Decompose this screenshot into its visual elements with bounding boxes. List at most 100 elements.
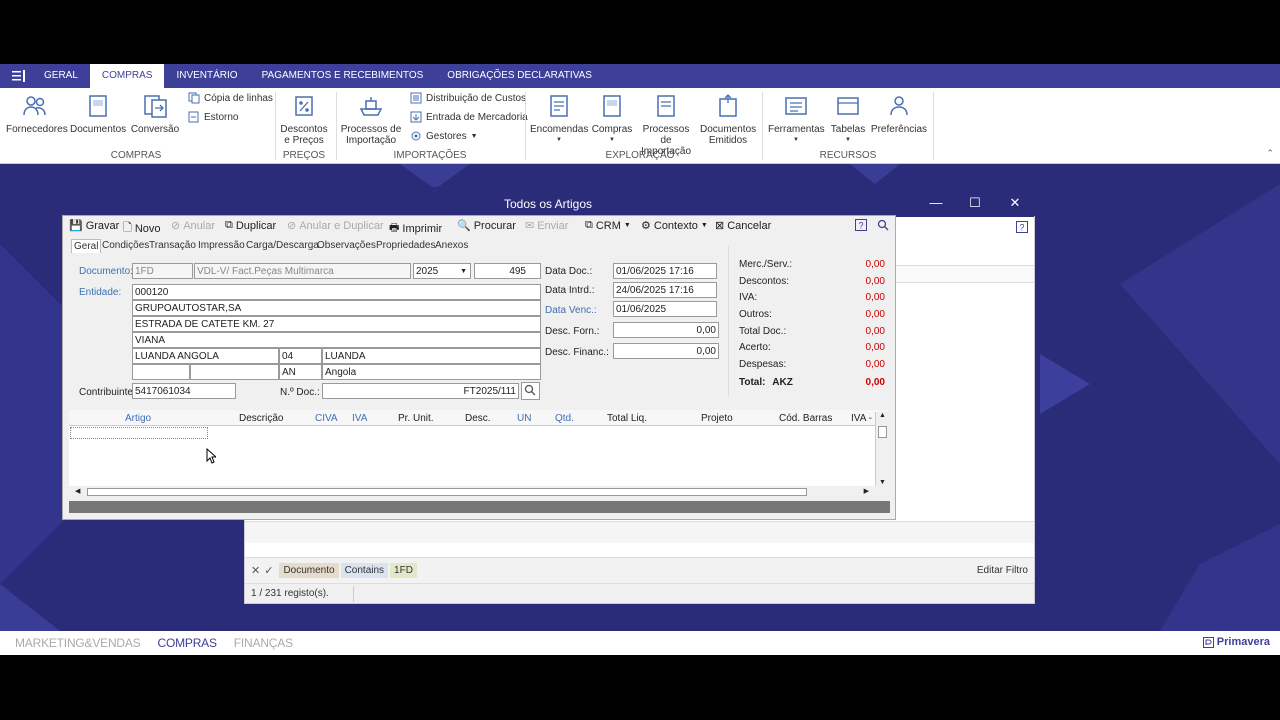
- tab-compras[interactable]: COMPRAS: [89, 64, 165, 88]
- contribuinte-field[interactable]: 5417061034: [132, 383, 236, 399]
- ano-select[interactable]: 2025 ▼: [413, 263, 471, 279]
- col-artigo[interactable]: Artigo: [125, 413, 151, 424]
- fornecedores-button[interactable]: Fornecedores: [6, 94, 68, 135]
- tab-propriedades[interactable]: Propriedades: [374, 239, 437, 252]
- tab-geral[interactable]: Geral: [71, 239, 102, 253]
- tab-obrigacoes[interactable]: OBRIGAÇÕES DECLARATIVAS: [435, 64, 604, 88]
- nome-field[interactable]: GRUPOAUTOSTAR,SA: [132, 300, 541, 316]
- crm-dropdown[interactable]: ⧉ CRM ▼: [585, 219, 631, 232]
- cidade-field[interactable]: LUANDA ANGOLA: [132, 348, 279, 364]
- descontos-precos-button[interactable]: Descontos e Preços: [280, 94, 328, 146]
- tabelas-button[interactable]: Tabelas ▼: [828, 94, 868, 146]
- nav-financas[interactable]: FINANÇAS: [234, 636, 293, 650]
- scroll-left-icon[interactable]: ◀: [75, 487, 80, 495]
- scroll-down-icon[interactable]: ▼: [876, 479, 889, 486]
- horizontal-scrollbar[interactable]: ◀ ▶: [69, 486, 875, 498]
- col-descricao[interactable]: Descrição: [239, 413, 283, 424]
- estorno-button[interactable]: Estorno: [188, 111, 238, 123]
- filter-chip-operator[interactable]: Contains: [340, 563, 389, 578]
- entrada-mercadoria-button[interactable]: Entrada de Mercadoria: [410, 111, 528, 123]
- morada-field[interactable]: ESTRADA DE CATETE KM. 27: [132, 316, 541, 332]
- documento-description-field[interactable]: VDL-V/ Fact.Peças Multimarca: [194, 263, 411, 279]
- preferencias-button[interactable]: Preferências: [870, 94, 928, 135]
- tab-geral[interactable]: GERAL: [32, 64, 90, 88]
- enviar-button[interactable]: ✉ Enviar: [525, 219, 568, 233]
- grid-active-cell[interactable]: [70, 427, 208, 439]
- duplicar-button[interactable]: ⧉ Duplicar: [225, 219, 276, 232]
- tab-transacao[interactable]: Transação: [147, 239, 198, 252]
- scroll-up-icon[interactable]: ▲: [876, 412, 889, 419]
- copia-linhas-button[interactable]: Cópia de linhas: [188, 92, 273, 104]
- anular-button[interactable]: ⊘ Anular: [171, 219, 215, 233]
- ndoc-field[interactable]: FT2025/111: [322, 383, 519, 399]
- maximize-icon[interactable]: ☐: [965, 195, 985, 211]
- pais-field[interactable]: Angola: [322, 364, 541, 380]
- desc-forn-field[interactable]: 0,00: [613, 322, 719, 338]
- close-icon[interactable]: ✕: [1005, 195, 1025, 211]
- gestores-dropdown[interactable]: Gestores ▼: [410, 130, 478, 142]
- documentos-button[interactable]: Documentos: [70, 94, 126, 135]
- nav-marketing-vendas[interactable]: MARKETING&VENDAS: [15, 636, 141, 650]
- col-un[interactable]: UN: [517, 413, 531, 424]
- tab-anexos[interactable]: Anexos: [433, 239, 470, 252]
- col-pr-unit[interactable]: Pr. Unit.: [398, 413, 434, 424]
- tab-impressao[interactable]: Impressão: [196, 239, 247, 252]
- zoom-icon[interactable]: [877, 219, 889, 231]
- compras-button[interactable]: Compras ▼: [590, 94, 634, 146]
- procurar-button[interactable]: 🔍 Procurar: [457, 219, 516, 233]
- numero-stepper[interactable]: 495: [474, 263, 541, 279]
- contexto-dropdown[interactable]: ⚙ Contexto ▼: [641, 219, 708, 233]
- data-venc-field[interactable]: 01/06/2025: [613, 301, 717, 317]
- horizontal-scroll-thumb[interactable]: [87, 488, 807, 496]
- col-civa[interactable]: CIVA: [315, 413, 338, 424]
- distrito-code-field[interactable]: 04: [279, 348, 322, 364]
- tab-inventario[interactable]: INVENTÁRIO: [164, 64, 249, 88]
- col-desc[interactable]: Desc.: [465, 413, 491, 424]
- distribuicao-custos-button[interactable]: Distribuição de Custos: [410, 92, 526, 104]
- collapse-ribbon-icon[interactable]: ⌃: [1266, 148, 1274, 159]
- search-icon[interactable]: [521, 382, 540, 400]
- help-icon[interactable]: ?: [855, 219, 867, 231]
- desc-financ-field[interactable]: 0,00: [613, 343, 719, 359]
- tab-condicoes[interactable]: Condições: [100, 239, 151, 252]
- processos-importacao-exploracao-button[interactable]: Processos de Importação: [636, 94, 696, 157]
- documento-field[interactable]: 1FD: [132, 263, 193, 279]
- col-cod-barras[interactable]: Cód. Barras: [779, 413, 832, 424]
- app-menu-icon[interactable]: [6, 64, 32, 88]
- tab-observacoes[interactable]: Observações: [315, 239, 378, 252]
- distrito-field[interactable]: LUANDA: [322, 348, 541, 364]
- minimize-icon[interactable]: —: [926, 195, 946, 210]
- tab-pagamentos[interactable]: PAGAMENTOS E RECEBIMENTOS: [250, 64, 436, 88]
- edit-filter-link[interactable]: Editar Filtro: [977, 565, 1028, 576]
- tab-carga-descarga[interactable]: Carga/Descarga: [244, 239, 321, 252]
- col-projeto[interactable]: Projeto: [701, 413, 733, 424]
- apply-filter-icon[interactable]: ✓: [264, 564, 273, 577]
- empty-field-2[interactable]: [190, 364, 279, 380]
- filter-chip-field[interactable]: Documento: [279, 563, 339, 578]
- data-doc-field[interactable]: 01/06/2025 17:16: [613, 263, 717, 279]
- ferramentas-button[interactable]: Ferramentas ▼: [768, 94, 825, 146]
- documentos-emitidos-button[interactable]: Documentos Emitidos: [700, 94, 756, 146]
- conversao-button[interactable]: Conversão: [130, 94, 180, 135]
- empty-field-1[interactable]: [132, 364, 190, 380]
- vertical-scrollbar[interactable]: ▲ ▼: [875, 412, 889, 486]
- scroll-thumb[interactable]: [878, 426, 887, 438]
- pais-code-field[interactable]: AN: [279, 364, 322, 380]
- novo-button[interactable]: 🗋 Novo: [123, 219, 161, 238]
- data-intrd-field[interactable]: 24/06/2025 17:16: [613, 282, 717, 298]
- imprimir-button[interactable]: 🖶 Imprimir: [389, 219, 442, 238]
- col-iva[interactable]: IVA: [352, 413, 367, 424]
- gravar-button[interactable]: 💾 Gravar: [69, 219, 119, 233]
- anular-duplicar-button[interactable]: ⊘ Anular e Duplicar: [287, 219, 384, 233]
- encomendas-button[interactable]: Encomendas ▼: [530, 94, 588, 146]
- localidade-field[interactable]: VIANA: [132, 332, 541, 348]
- processos-importacao-button[interactable]: Processos de Importação: [340, 94, 402, 146]
- clear-filter-icon[interactable]: ✕: [251, 564, 260, 577]
- scroll-right-icon[interactable]: ▶: [864, 487, 869, 495]
- nav-compras[interactable]: COMPRAS: [158, 636, 217, 650]
- filter-chip-value[interactable]: 1FD: [390, 563, 417, 578]
- cancelar-button[interactable]: ⊠ Cancelar: [715, 219, 771, 233]
- col-qtd[interactable]: Qtd.: [555, 413, 574, 424]
- entidade-field[interactable]: 000120: [132, 284, 541, 300]
- col-total-liq[interactable]: Total Liq.: [607, 413, 647, 424]
